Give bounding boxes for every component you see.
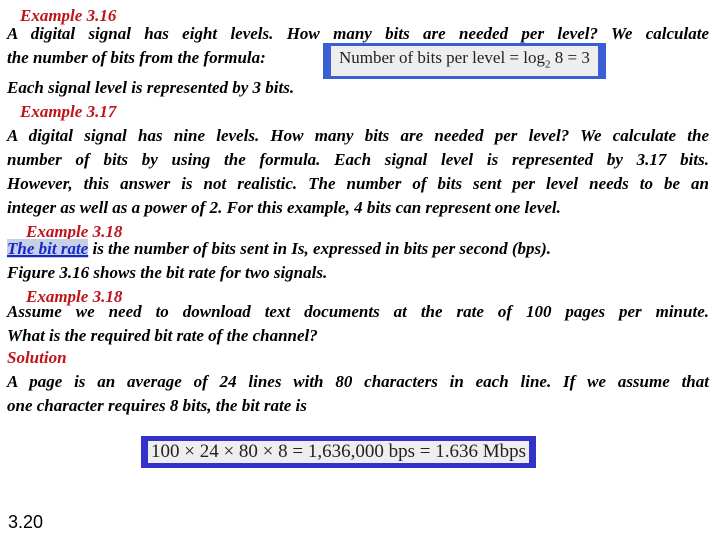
example-3-16-text-line-2: the number of bits from the formula: [7, 48, 266, 67]
example-3-17-line-2: number of bits by using the formula. Eac… [7, 150, 709, 169]
solution-line-2: one character requires 8 bits, the bit r… [7, 396, 307, 415]
solution-label: Solution [7, 348, 67, 367]
figure-reference: Figure 3.16 shows the bit rate for two s… [7, 263, 328, 282]
formula-text: Number of bits per level = log [339, 48, 545, 67]
bit-rate-formula-text: 100 × 24 × 80 × 8 = 1,636,000 bps = 1.63… [148, 441, 530, 463]
example-3-16-text-line-1: A digital signal has eight levels. How m… [7, 24, 709, 43]
bit-rate-formula: 100 × 24 × 80 × 8 = 1,636,000 bps = 1.63… [141, 436, 537, 468]
bit-rate-link[interactable]: The bit rate [7, 239, 89, 258]
bits-per-level-formula: Number of bits per level = log2 8 = 3 [323, 43, 606, 80]
example-3-18-line-2: What is the required bit rate of the cha… [7, 326, 318, 345]
solution-line-1: A page is an average of 24 lines with 80… [7, 372, 709, 391]
example-3-17-line-4: integer as well as a power of 2. For thi… [7, 198, 561, 217]
page-number: 3.20 [8, 512, 44, 532]
example-3-18-line-1: Assume we need to download text document… [7, 302, 709, 321]
example-3-16-heading: Example 3.16 [20, 6, 117, 25]
bit-rate-definition: The bit rate is the number of bits sent … [7, 239, 551, 259]
example-3-17-line-3: However, this answer is not realistic. T… [7, 174, 709, 193]
bit-rate-definition-text: is the number of bits sent in Is, expres… [88, 239, 552, 258]
example-3-17-heading: Example 3.17 [20, 102, 117, 121]
example-3-16-conclusion: Each signal level is represented by 3 bi… [7, 78, 295, 97]
example-3-17-line-1: A digital signal has nine levels. How ma… [7, 126, 709, 145]
formula-result: 8 = 3 [550, 48, 590, 67]
